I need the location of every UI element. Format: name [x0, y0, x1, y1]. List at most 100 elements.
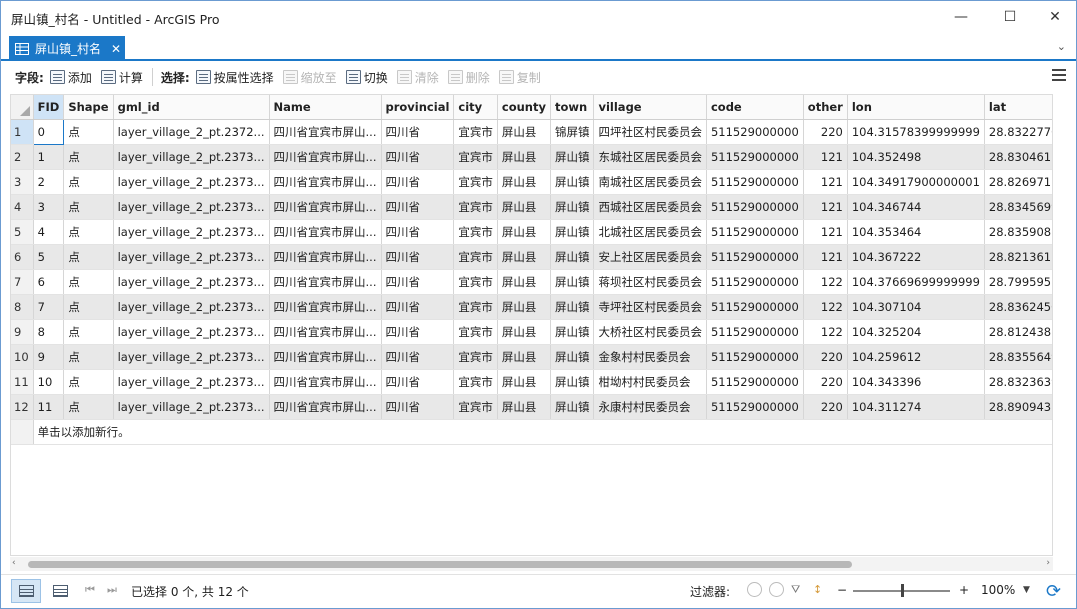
table-cell[interactable]: layer_village_2_pt.2373...	[113, 244, 270, 270]
menu-icon[interactable]	[1052, 69, 1066, 81]
clear-selection-button[interactable]: 清除	[396, 69, 439, 86]
table-cell[interactable]: 点	[63, 344, 114, 370]
table-cell[interactable]: layer_village_2_pt.2373...	[113, 394, 270, 420]
table-cell[interactable]: 28.83456999999	[984, 194, 1052, 220]
column-header[interactable]: lat	[984, 95, 1052, 120]
column-header[interactable]: Shape	[63, 95, 114, 120]
table-cell[interactable]: layer_village_2_pt.2373...	[113, 169, 270, 195]
table-row[interactable]: 11 10 点 layer_village_2_pt.2373... 四川省宜宾市屏山.…	[11, 369, 1052, 395]
column-header[interactable]: FID	[33, 95, 65, 120]
select-by-attributes-button[interactable]: 按属性选择	[195, 69, 274, 86]
table-cell[interactable]: layer_village_2_pt.2373...	[113, 219, 270, 245]
table-cell[interactable]: 104.31578399999999	[847, 119, 985, 145]
table-row[interactable]: 3 2 点 layer_village_2_pt.2373... 四川省宜宾市屏山...…	[11, 169, 1052, 195]
table-cell[interactable]: 宜宾市	[453, 294, 498, 320]
table-cell[interactable]: 220	[803, 394, 848, 420]
table-cell[interactable]: 四川省宜宾市屏山...	[269, 294, 382, 320]
table-cell[interactable]: 511529000000	[706, 144, 804, 170]
table-cell[interactable]: 511529000000	[706, 119, 804, 145]
table-cell[interactable]: 永康村村民委员会	[593, 394, 707, 420]
table-cell[interactable]: 屏山镇	[550, 319, 595, 345]
table-cell[interactable]: 511529000000	[706, 294, 804, 320]
table-cell[interactable]: 点	[63, 119, 114, 145]
table-cell[interactable]: 511529000000	[706, 194, 804, 220]
table-cell[interactable]: 28.83236399999	[984, 369, 1052, 395]
table-cell[interactable]: 寺坪社区村民委员会	[593, 294, 707, 320]
table-cell[interactable]: 511529000000	[706, 169, 804, 195]
refresh-icon[interactable]: ⟳	[1046, 581, 1061, 602]
row-number[interactable]: 8	[11, 294, 34, 320]
table-cell[interactable]: 104.325204	[847, 319, 985, 345]
filter-extent-icon[interactable]	[747, 582, 762, 597]
table-cell[interactable]: 屏山镇	[550, 269, 595, 295]
sort-icon[interactable]: ↕	[813, 583, 822, 596]
table-cell[interactable]: 四川省	[381, 369, 455, 395]
table-cell[interactable]: 6	[33, 269, 65, 295]
zoom-level-select[interactable]: 100%	[981, 583, 1015, 597]
table-cell[interactable]: layer_village_2_pt.2372...	[113, 119, 270, 145]
add-field-button[interactable]: 添加	[49, 69, 92, 86]
table-cell[interactable]: 宜宾市	[453, 219, 498, 245]
table-cell[interactable]: 屏山镇	[550, 219, 595, 245]
table-cell[interactable]: 7	[33, 294, 65, 320]
table-cell[interactable]: 121	[803, 219, 848, 245]
table-cell[interactable]: 28.83556499999	[984, 344, 1052, 370]
table-cell[interactable]: 四川省	[381, 344, 455, 370]
table-cell[interactable]: 点	[63, 319, 114, 345]
table-row[interactable]: 5 4 点 layer_village_2_pt.2373... 四川省宜宾市屏山...…	[11, 219, 1052, 245]
table-cell[interactable]: 点	[63, 169, 114, 195]
select-all-corner[interactable]	[11, 95, 34, 120]
table-cell[interactable]: 屏山县	[497, 219, 551, 245]
tab-attribute-table[interactable]: 屏山镇_村名 ✕	[9, 36, 125, 61]
table-cell[interactable]: 四川省	[381, 119, 455, 145]
table-cell[interactable]: 屏山县	[497, 319, 551, 345]
table-cell[interactable]: 西城社区居民委员会	[593, 194, 707, 220]
add-row[interactable]: 单击以添加新行。	[11, 419, 1052, 445]
calculate-field-button[interactable]: 计算	[100, 69, 143, 86]
scroll-left-icon[interactable]: ‹	[12, 558, 16, 568]
table-cell[interactable]: 东城社区居民委员会	[593, 144, 707, 170]
table-cell[interactable]: 四川省宜宾市屏山...	[269, 344, 382, 370]
row-number[interactable]: 4	[11, 194, 34, 220]
row-number[interactable]: 7	[11, 269, 34, 295]
zoom-in-button[interactable]: +	[959, 583, 969, 597]
table-row[interactable]: 8 7 点 layer_village_2_pt.2373... 四川省宜宾市屏山...…	[11, 294, 1052, 320]
horizontal-scrollbar[interactable]: ‹ ›	[10, 557, 1053, 571]
table-cell[interactable]: 四川省宜宾市屏山...	[269, 119, 382, 145]
table-row[interactable]: 2 1 点 layer_village_2_pt.2373... 四川省宜宾市屏山...…	[11, 144, 1052, 170]
table-cell[interactable]: 宜宾市	[453, 244, 498, 270]
column-header[interactable]: gml_id	[113, 95, 270, 120]
table-cell[interactable]: 四川省宜宾市屏山...	[269, 269, 382, 295]
table-cell[interactable]: 28.890943	[984, 394, 1052, 420]
table-cell[interactable]: 屏山县	[497, 369, 551, 395]
table-cell[interactable]: 四川省	[381, 194, 455, 220]
table-cell[interactable]: 121	[803, 194, 848, 220]
table-cell[interactable]: 宜宾市	[453, 119, 498, 145]
table-cell[interactable]: 28.826971	[984, 169, 1052, 195]
table-cell[interactable]: 点	[63, 394, 114, 420]
scrollbar-thumb[interactable]	[28, 561, 852, 568]
table-cell[interactable]: 柑坳村村民委员会	[593, 369, 707, 395]
table-cell[interactable]: 屏山镇	[550, 169, 595, 195]
table-cell[interactable]: 511529000000	[706, 344, 804, 370]
table-cell[interactable]: 104.307104	[847, 294, 985, 320]
table-cell[interactable]: 104.259612	[847, 344, 985, 370]
table-cell[interactable]: 122	[803, 294, 848, 320]
table-cell[interactable]: 四川省	[381, 144, 455, 170]
column-header[interactable]: Name	[269, 95, 382, 120]
table-cell[interactable]: 28.812438	[984, 319, 1052, 345]
row-number[interactable]: 6	[11, 244, 34, 270]
maximize-button[interactable]: ☐	[987, 1, 1033, 33]
row-number[interactable]: 11	[11, 369, 34, 395]
dropdown-caret-icon[interactable]: ▼	[1023, 585, 1030, 595]
table-cell[interactable]: 四川省	[381, 219, 455, 245]
table-cell[interactable]: 南城社区居民委员会	[593, 169, 707, 195]
table-cell[interactable]: layer_village_2_pt.2373...	[113, 269, 270, 295]
table-cell[interactable]: 四川省宜宾市屏山...	[269, 244, 382, 270]
table-cell[interactable]: 屏山县	[497, 294, 551, 320]
table-cell[interactable]: 屏山县	[497, 144, 551, 170]
table-cell[interactable]: 宜宾市	[453, 319, 498, 345]
column-header[interactable]: other	[803, 95, 848, 120]
table-cell[interactable]: 4	[33, 219, 65, 245]
table-cell[interactable]: 宜宾市	[453, 344, 498, 370]
